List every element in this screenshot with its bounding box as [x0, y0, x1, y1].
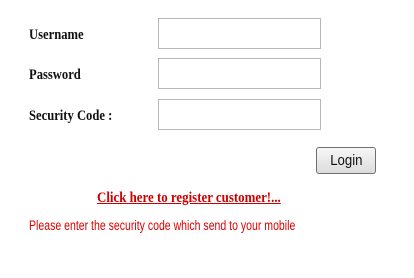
login-form-page: Username Password Security Code : Login …	[0, 0, 414, 278]
security-code-label: Security Code :	[29, 108, 113, 124]
security-code-input[interactable]	[158, 99, 321, 130]
login-button-label: Login	[329, 152, 363, 169]
username-label: Username	[29, 27, 84, 43]
password-label: Password	[29, 67, 81, 83]
username-input[interactable]	[158, 18, 321, 49]
password-input[interactable]	[158, 58, 321, 89]
register-customer-link[interactable]: Click here to register customer!...	[97, 188, 281, 208]
security-code-message: Please enter the security code which sen…	[29, 218, 296, 233]
login-button[interactable]: Login	[316, 147, 376, 174]
